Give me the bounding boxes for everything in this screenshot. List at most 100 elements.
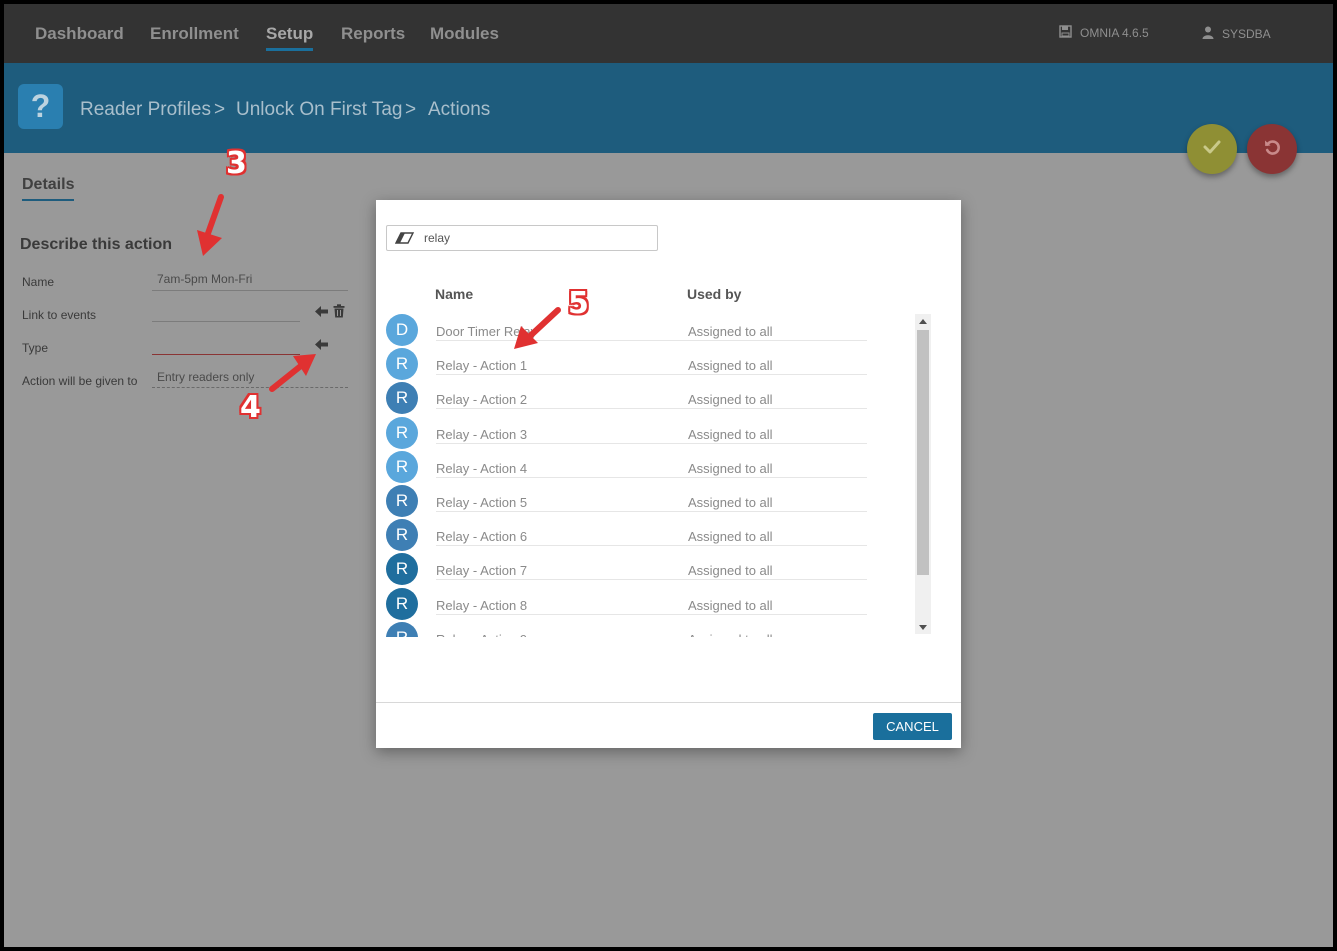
- list-item[interactable]: R Relay - Action 3 Assigned to all: [386, 416, 867, 451]
- app-frame: Dashboard Enrollment Setup Reports Modul…: [4, 4, 1333, 947]
- avatar: R: [386, 382, 418, 415]
- breadcrumb-actions: Actions: [428, 99, 491, 120]
- row-divider: [436, 340, 867, 341]
- row-divider: [436, 476, 867, 478]
- row-divider: [436, 579, 867, 581]
- nav-reports[interactable]: Reports: [341, 24, 405, 44]
- top-nav: Dashboard Enrollment Setup Reports Modul…: [4, 4, 1333, 63]
- breadcrumb-unlock-on-first-tag[interactable]: Unlock On First Tag: [236, 99, 402, 121]
- save-button[interactable]: [1187, 124, 1237, 174]
- row-divider: [436, 408, 867, 410]
- scroll-up-icon[interactable]: [915, 314, 931, 328]
- nav-active-indicator: [266, 48, 313, 51]
- list-item-used-by: Assigned to all: [688, 632, 773, 637]
- list-item[interactable]: R Relay - Action 9 Assigned to all: [386, 621, 866, 637]
- list-item[interactable]: R Relay - Action 5 Assigned to all: [386, 485, 867, 519]
- list-item[interactable]: R Relay - Action 8 Assigned to all: [386, 587, 867, 622]
- undo-icon: [1263, 138, 1281, 161]
- avatar: D: [386, 314, 418, 346]
- list-item-name: Relay - Action 6: [436, 529, 528, 545]
- list-item-used-by: Assigned to all: [688, 495, 773, 510]
- list-item-used-by: Assigned to all: [688, 358, 773, 374]
- list-item[interactable]: R Relay - Action 7 Assigned to all: [386, 553, 867, 587]
- list-item-name: Relay - Action 5: [436, 495, 528, 510]
- breadcrumb-reader-profiles[interactable]: Reader Profiles: [80, 99, 211, 121]
- name-field-underline: [152, 290, 348, 291]
- list-item[interactable]: D Door Timer Relay Assigned to all: [386, 314, 867, 348]
- list-item-used-by: Assigned to all: [688, 563, 773, 579]
- annotation-4: 4: [240, 390, 261, 425]
- list-item-name: Relay - Action 4: [436, 460, 528, 476]
- avatar: R: [386, 553, 418, 586]
- user-icon: [1202, 26, 1214, 42]
- list-item-used-by: Assigned to all: [688, 426, 773, 442]
- list-item-name: Relay - Action 7: [436, 563, 528, 579]
- list-item[interactable]: R Relay - Action 4 Assigned to all: [386, 450, 867, 485]
- list-item-name: Relay - Action 8: [436, 597, 528, 613]
- column-header-name[interactable]: Name: [435, 286, 473, 302]
- trash-icon[interactable]: [332, 303, 346, 318]
- avatar: R: [386, 587, 418, 620]
- avatar: R: [386, 485, 418, 517]
- checkmark-icon: [1203, 140, 1221, 159]
- user-name: SYSDBA: [1222, 27, 1271, 41]
- results-list: D Door Timer Relay Assigned to all R Relay -…: [376, 310, 921, 637]
- arrow-left-icon[interactable]: [313, 304, 329, 318]
- annotation-arrow-4: [269, 354, 316, 392]
- version-info: OMNIA 4.6.5: [1059, 25, 1149, 41]
- avatar: R: [386, 519, 418, 552]
- nav-modules[interactable]: Modules: [430, 24, 499, 44]
- dialog-footer-divider: [376, 702, 961, 703]
- list-item-used-by: Assigned to all: [688, 597, 773, 613]
- user-menu[interactable]: SYSDBA: [1202, 26, 1271, 42]
- list-item-used-by: Assigned to all: [688, 529, 773, 545]
- list-item[interactable]: R Relay - Action 6 Assigned to all: [386, 519, 867, 553]
- nav-enrollment[interactable]: Enrollment: [150, 24, 239, 44]
- selection-dialog: Name Used by D Door Timer Relay Assigned t…: [376, 200, 961, 748]
- arrow-left-icon[interactable]: [313, 337, 329, 351]
- list-item-name: Relay - Action 2: [436, 392, 528, 408]
- search-input[interactable]: [424, 231, 644, 245]
- nav-dashboard[interactable]: Dashboard: [35, 24, 124, 44]
- annotation-3: 3: [226, 146, 247, 181]
- list-item[interactable]: R Relay - Action 2 Assigned to all: [386, 382, 867, 416]
- row-divider: [436, 442, 867, 444]
- nav-setup[interactable]: Setup: [266, 24, 313, 44]
- search-box[interactable]: [386, 225, 658, 251]
- list-scrollbar[interactable]: [915, 314, 931, 634]
- cancel-button[interactable]: CANCEL: [873, 713, 952, 740]
- list-item[interactable]: R Relay - Action 1 Assigned to all: [386, 348, 867, 382]
- link-to-events-label: Link to events: [22, 308, 97, 322]
- list-item-name: Door Timer Relay: [436, 324, 538, 339]
- type-field[interactable]: [152, 354, 300, 355]
- annotation-5: 5: [568, 286, 589, 321]
- help-icon[interactable]: ?: [18, 84, 63, 129]
- list-item-name: Relay - Action 1: [436, 358, 528, 374]
- column-header-used-by[interactable]: Used by: [687, 286, 741, 302]
- scroll-thumb[interactable]: [917, 330, 929, 575]
- type-label: Type: [22, 341, 49, 355]
- avatar: R: [386, 450, 418, 483]
- row-divider: [436, 613, 867, 615]
- save-icon: [1059, 25, 1072, 41]
- revert-button[interactable]: [1247, 124, 1297, 174]
- row-divider: [436, 374, 867, 376]
- list-item-name: Relay - Action 9: [436, 632, 527, 637]
- given-to-field[interactable]: Entry readers only: [152, 370, 254, 384]
- eraser-icon[interactable]: [395, 228, 417, 248]
- link-to-events-field[interactable]: [152, 321, 300, 322]
- row-divider: [436, 511, 867, 512]
- given-to-underline: [152, 387, 348, 388]
- list-item-used-by: Assigned to all: [688, 392, 773, 408]
- annotation-arrow-3: [197, 194, 224, 256]
- row-divider: [436, 545, 867, 547]
- name-field[interactable]: 7am-5pm Mon-Fri: [152, 272, 252, 286]
- name-label: Name: [22, 275, 55, 289]
- tab-details[interactable]: Details: [22, 176, 75, 201]
- list-item-used-by: Assigned to all: [688, 324, 773, 339]
- scroll-down-icon[interactable]: [915, 620, 931, 634]
- list-item-name: Relay - Action 3: [436, 426, 528, 442]
- breadcrumb-separator: >: [405, 99, 417, 120]
- version-label: OMNIA 4.6.5: [1080, 26, 1149, 40]
- page-header: ? Reader Profiles > Unlock On First Tag …: [4, 63, 1333, 153]
